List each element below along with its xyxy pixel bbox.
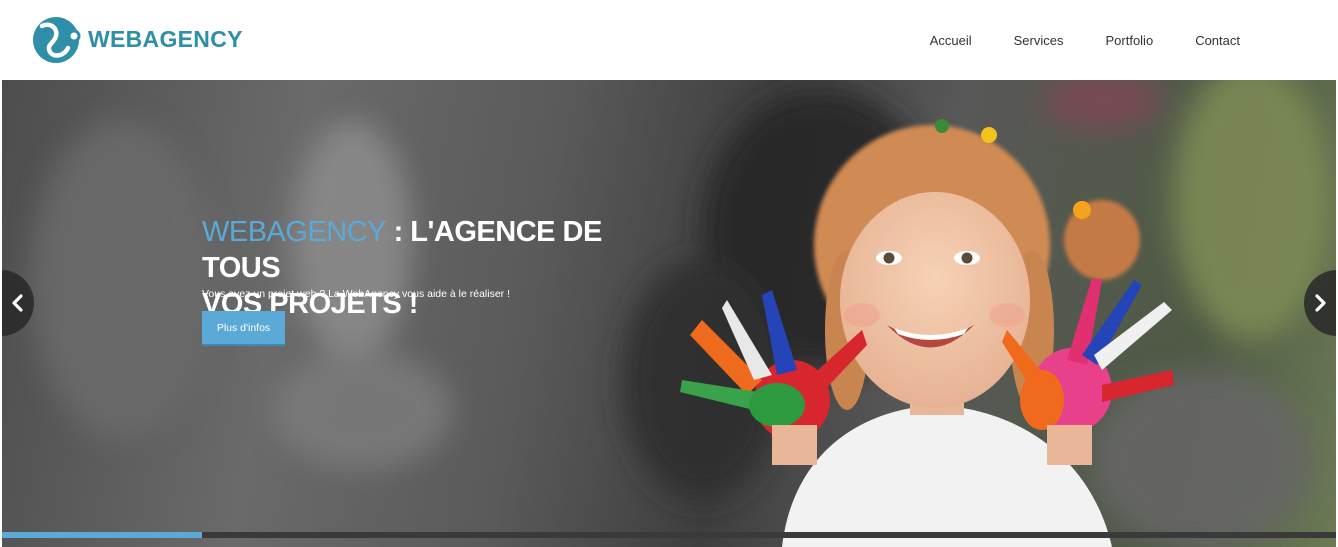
logo[interactable]: WEBAGENCY <box>32 14 243 64</box>
logo-text: WEBAGENCY <box>88 25 243 52</box>
more-info-button[interactable]: Plus d'infos <box>202 311 285 346</box>
hero-slider: WEBAGENCY : L'AGENCE DE TOUS VOS PROJETS … <box>2 80 1336 547</box>
chevron-left-icon <box>12 294 23 312</box>
hero-title-brand: WEBAGENCY <box>202 216 387 248</box>
nav-portfolio[interactable]: Portfolio <box>1105 33 1153 48</box>
hero-subtitle: Vous avez un projet web ? La WebAgency v… <box>202 288 510 300</box>
nav-contact[interactable]: Contact <box>1195 33 1240 48</box>
hero-title: WEBAGENCY : L'AGENCE DE TOUS VOS PROJETS … <box>202 214 672 322</box>
nav-services[interactable]: Services <box>1014 33 1064 48</box>
logo-icon <box>33 17 81 63</box>
slider-progress-bar <box>2 532 1336 538</box>
site-header: WEBAGENCY Accueil Services Portfolio Con… <box>0 0 1338 80</box>
main-nav: Accueil Services Portfolio Contact <box>888 33 1240 48</box>
chevron-right-icon <box>1315 294 1326 312</box>
slider-progress-fill <box>2 532 203 538</box>
nav-accueil[interactable]: Accueil <box>930 33 972 48</box>
